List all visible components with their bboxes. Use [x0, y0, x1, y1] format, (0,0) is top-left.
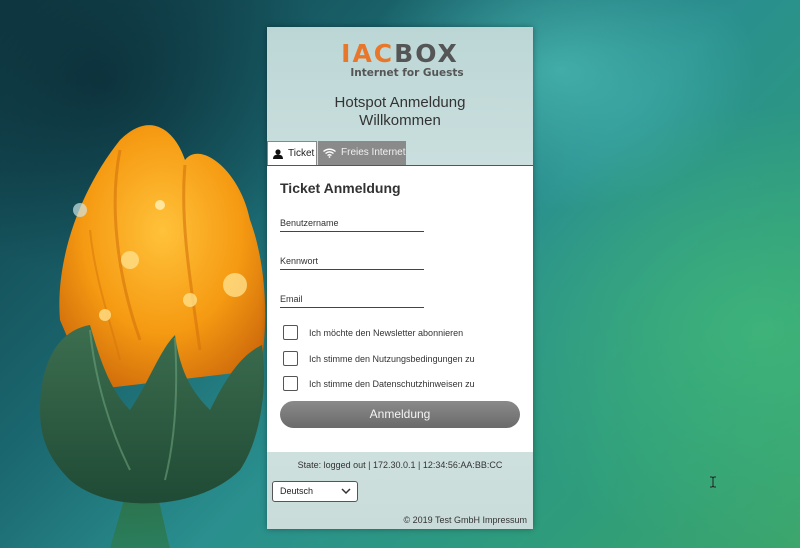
password-field[interactable] [280, 253, 424, 270]
language-selected: Deutsch [280, 486, 314, 496]
heading-line-1: Hotspot Anmeldung [334, 94, 466, 111]
page-heading: Hotspot Anmeldung Willkommen [267, 94, 533, 130]
newsletter-row: Ich möchte den Newsletter abonnieren [283, 325, 463, 340]
terms-row: Ich stimme den Nutzungsbedingungen zu [283, 351, 475, 366]
user-icon [273, 148, 283, 159]
terms-checkbox[interactable] [283, 351, 298, 366]
email-field[interactable] [280, 291, 424, 308]
tab-free-internet[interactable]: Freies Internet [318, 141, 406, 165]
tab-ticket[interactable]: Ticket [267, 141, 317, 165]
footer: © 2019 Test GmbH Impressum [403, 515, 527, 525]
wifi-icon [323, 148, 336, 158]
copyright-text: © 2019 Test GmbH [403, 515, 480, 525]
background-flower-image [40, 125, 266, 548]
terms-label: Ich stimme den Nutzungsbedingungen zu [309, 353, 475, 364]
text-cursor-icon [710, 476, 716, 488]
impressum-link[interactable]: Impressum [482, 515, 527, 525]
login-button[interactable]: Anmeldung [280, 401, 520, 428]
connection-status: State: logged out | 172.30.0.1 | 12:34:5… [297, 460, 503, 470]
ticket-login-panel: Ticket Anmeldung Ich möchte den Newslett… [267, 166, 533, 452]
panel-title: Ticket Anmeldung [280, 180, 401, 196]
iacbox-logo: IACBOX Internet for Guests [267, 41, 533, 80]
privacy-checkbox[interactable] [283, 376, 298, 391]
privacy-label: Ich stimme den Datenschutzhinweisen zu [309, 378, 475, 389]
chevron-down-icon [341, 488, 351, 495]
login-card: IACBOX Internet for Guests Hotspot Anmel… [267, 27, 533, 529]
username-field[interactable] [280, 215, 424, 232]
logo-part-box: BOX [394, 39, 459, 68]
privacy-row: Ich stimme den Datenschutzhinweisen zu [283, 376, 475, 391]
login-tabs: Ticket Freies Internet [267, 141, 533, 166]
logo-part-iac: IAC [341, 39, 395, 68]
newsletter-label: Ich möchte den Newsletter abonnieren [309, 327, 464, 338]
heading-line-2: Willkommen [359, 112, 441, 129]
logo-tagline: Internet for Guests [350, 67, 464, 79]
newsletter-checkbox[interactable] [283, 325, 298, 340]
tab-free-internet-label: Freies Internet [341, 147, 406, 158]
tab-ticket-label: Ticket [288, 147, 315, 159]
language-select[interactable]: Deutsch [272, 481, 358, 502]
